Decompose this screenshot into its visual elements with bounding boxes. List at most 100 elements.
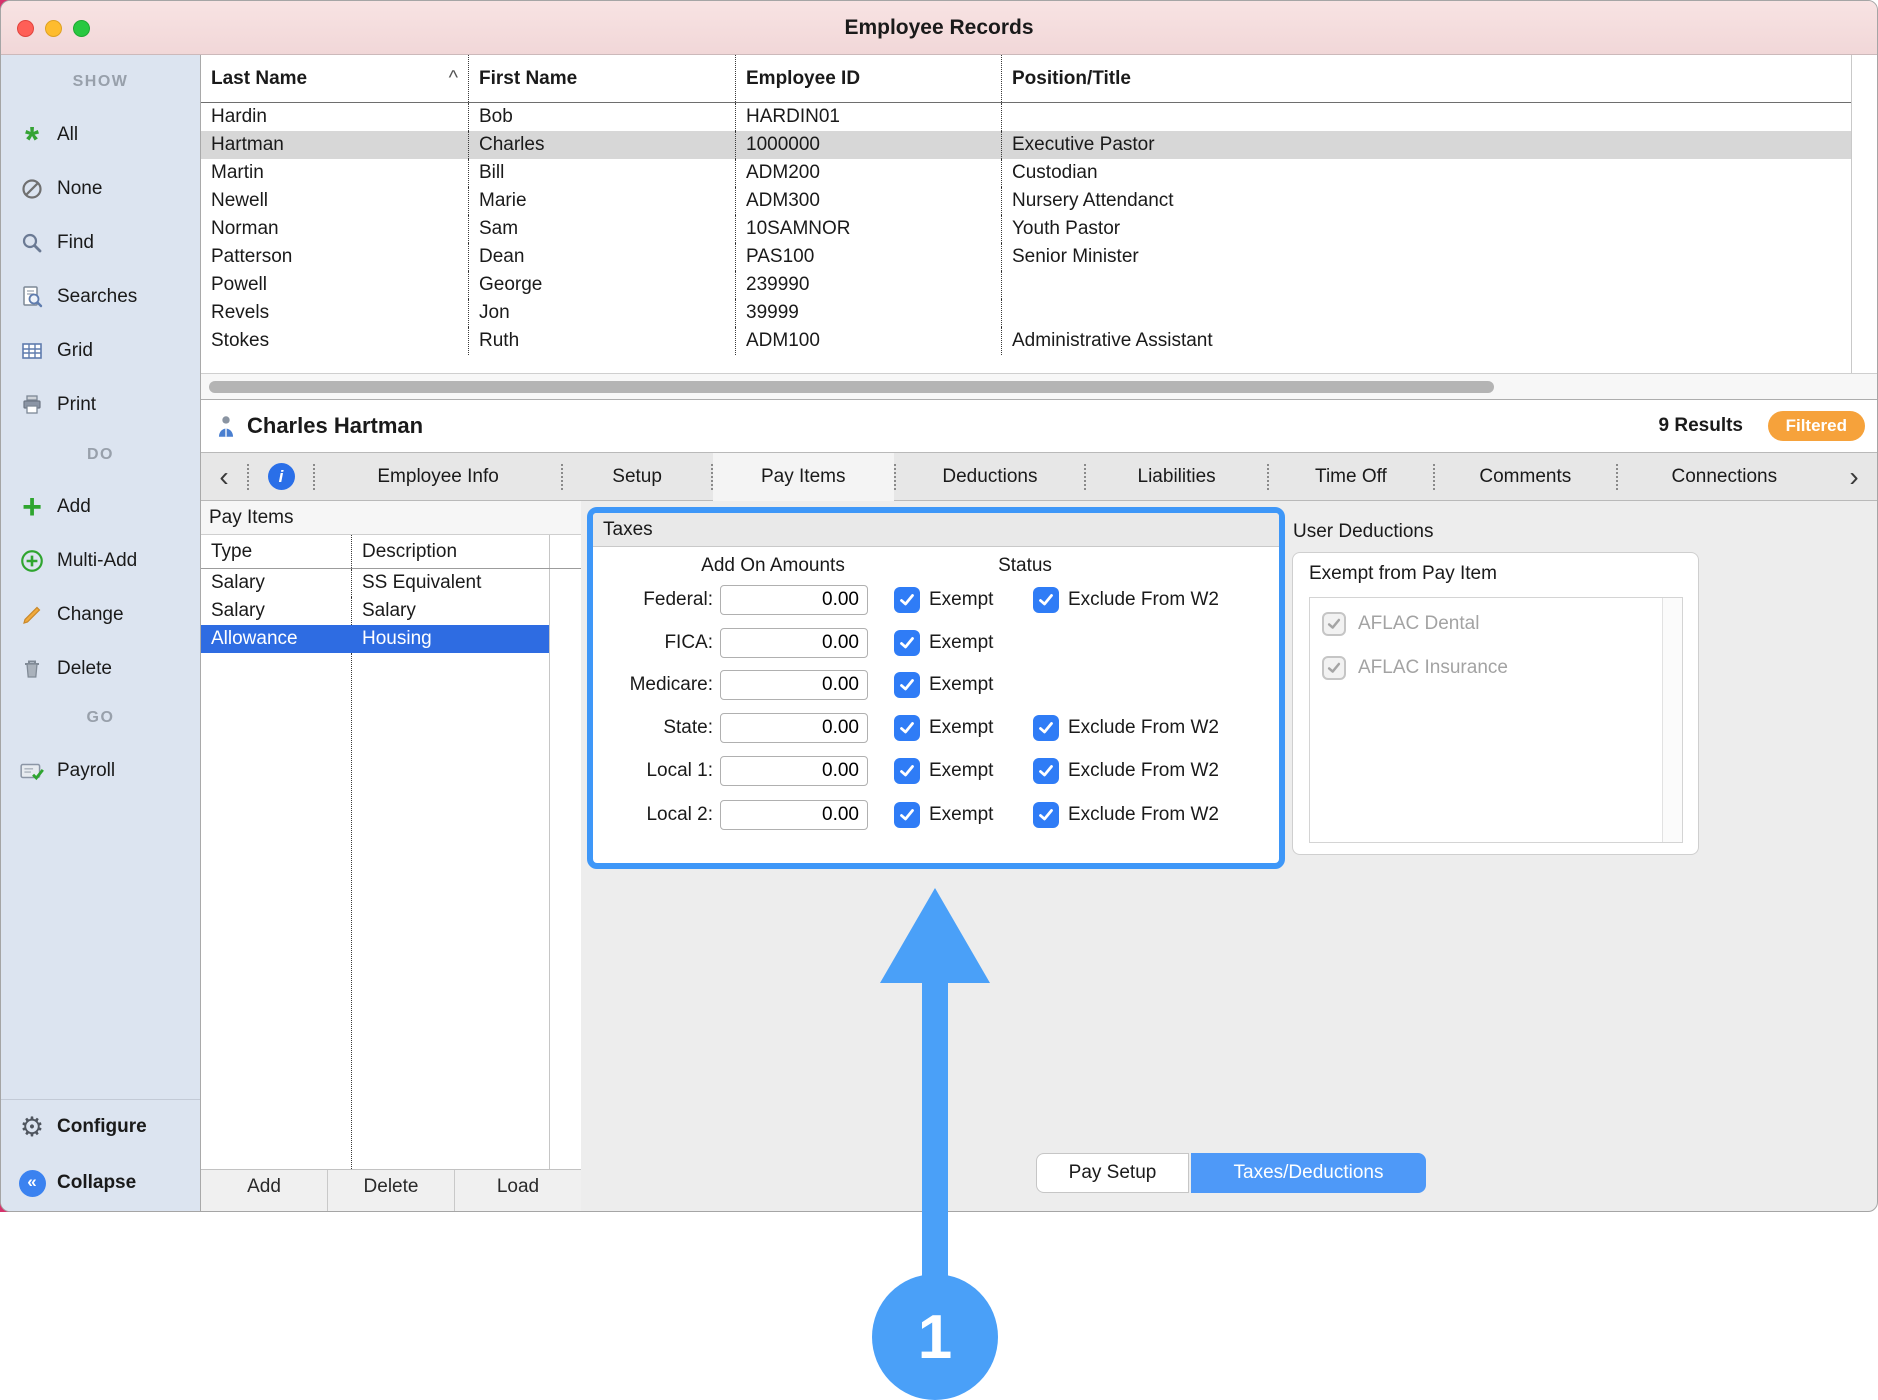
results-count: 9 Results [1659,400,1743,452]
sidebar-item-add[interactable]: + Add [1,487,200,527]
sidebar: SHOW * All None Find Searches [1,55,201,1211]
filtered-badge[interactable]: Filtered [1768,411,1865,441]
tab-forward-button[interactable]: › [1831,455,1877,499]
list-item[interactable]: SalarySalary [201,597,549,625]
sidebar-item-none[interactable]: None [1,169,200,209]
tax-row-state: State: Exempt Exclude From W2 [593,711,1279,745]
local2-exclude-w2-checkbox[interactable] [1033,802,1059,828]
pay-items-scrollbar[interactable] [549,569,581,1169]
employee-table: HardinBobHARDIN01 HartmanCharles1000000E… [201,103,1851,373]
sidebar-item-payroll[interactable]: Payroll [1,751,200,791]
payroll-check-icon [17,758,47,784]
record-header: Charles Hartman 9 Results Filtered [201,399,1877,453]
sidebar-item-print[interactable]: Print [1,385,200,425]
column-header-first-name[interactable]: First Name [468,55,735,102]
tab-deductions[interactable]: Deductions [896,453,1085,501]
medicare-exempt-checkbox[interactable] [894,672,920,698]
sidebar-item-find[interactable]: Find [1,223,200,263]
annotation-arrow-shaft [922,978,948,1278]
table-row[interactable]: NewellMarieADM300Nursery Attendanct [201,187,1851,215]
circle-plus-icon [17,548,47,574]
employee-table-header: Last Name ^ First Name Employee ID Posit… [201,55,1851,103]
sidebar-item-delete[interactable]: Delete [1,649,200,689]
table-row-selected[interactable]: HartmanCharles1000000Executive Pastor [201,131,1851,159]
local2-exempt-checkbox[interactable] [894,802,920,828]
local1-exclude-w2-checkbox[interactable] [1033,758,1059,784]
horizontal-scrollbar[interactable] [201,373,1877,399]
tab-info-button[interactable]: i [249,463,313,490]
list-item[interactable]: SalarySS Equivalent [201,569,549,597]
table-row[interactable]: MartinBillADM200Custodian [201,159,1851,187]
medicare-label: Medicare: [593,674,713,696]
list-item-selected[interactable]: AllowanceHousing [201,625,549,653]
state-exempt-checkbox[interactable] [894,715,920,741]
state-exclude-w2-checkbox[interactable] [1033,715,1059,741]
pay-items-panel-title: Pay Items [201,501,581,535]
tab-comments[interactable]: Comments [1435,453,1616,501]
local1-label: Local 1: [593,760,713,782]
local2-amount-input[interactable] [720,800,868,830]
info-icon: i [268,463,295,490]
tab-time-off[interactable]: Time Off [1269,453,1433,501]
fica-exempt-checkbox[interactable] [894,630,920,656]
title-bar: Employee Records [1,1,1877,55]
tax-row-medicare: Medicare: Exempt [593,668,1279,702]
column-header-description[interactable]: Description [351,535,549,568]
plus-icon: + [17,495,47,519]
pay-setup-button[interactable]: Pay Setup [1036,1153,1189,1193]
column-header-position-title[interactable]: Position/Title [1001,55,1851,102]
annotation-arrowhead-icon [880,888,990,983]
list-item: AFLAC Dental [1322,612,1479,636]
table-row[interactable]: PattersonDeanPAS100Senior Minister [201,243,1851,271]
table-row[interactable]: RevelsJon39999 [201,299,1851,327]
federal-amount-input[interactable] [720,585,868,615]
sidebar-item-grid[interactable]: Grid [1,331,200,371]
tab-employee-info[interactable]: Employee Info [315,453,561,501]
tab-back-button[interactable]: ‹ [201,455,247,499]
asterisk-icon: * [17,130,47,150]
list-item: AFLAC Insurance [1322,656,1508,680]
local1-amount-input[interactable] [720,756,868,786]
grid-icon [17,339,47,363]
federal-exempt-checkbox[interactable] [894,587,920,613]
column-header-type[interactable]: Type [201,535,351,568]
tab-liabilities[interactable]: Liabilities [1086,453,1267,501]
delete-button[interactable]: Delete [327,1170,454,1212]
tax-row-fica: FICA: Exempt [593,626,1279,660]
user-deductions-scrollbar[interactable] [1662,598,1682,842]
table-row[interactable]: HardinBobHARDIN01 [201,103,1851,131]
column-header-last-name[interactable]: Last Name ^ [201,55,468,102]
vertical-scrollbar[interactable] [1851,55,1877,373]
local1-exempt-checkbox[interactable] [894,758,920,784]
tab-setup[interactable]: Setup [563,453,711,501]
sidebar-item-multi-add[interactable]: Multi-Add [1,541,200,581]
taxes-group-title: Taxes [593,513,1279,547]
taxes-deductions-button[interactable]: Taxes/Deductions [1191,1153,1426,1193]
annotation-step-number: 1 [872,1274,998,1400]
sidebar-item-collapse[interactable]: « Collapse [1,1163,200,1203]
pencil-icon [17,603,47,627]
sidebar-section-show: SHOW [1,73,200,91]
status-header: Status [975,555,1075,577]
magnifier-icon [17,231,47,255]
load-button[interactable]: Load [454,1170,581,1212]
horizontal-scrollbar-thumb[interactable] [209,381,1494,393]
collapse-circle-icon: « [17,1170,47,1197]
sidebar-footer-divider [1,1099,200,1100]
table-row[interactable]: StokesRuthADM100Administrative Assistant [201,327,1851,355]
tab-connections[interactable]: Connections [1618,453,1831,501]
fica-amount-input[interactable] [720,628,868,658]
column-header-employee-id[interactable]: Employee ID [735,55,1001,102]
tab-pay-items[interactable]: Pay Items [713,453,894,501]
table-row[interactable]: PowellGeorge239990 [201,271,1851,299]
sidebar-item-searches[interactable]: Searches [1,277,200,317]
medicare-amount-input[interactable] [720,670,868,700]
federal-exclude-w2-checkbox[interactable] [1033,587,1059,613]
pay-items-column-headers: Type Description [201,535,581,569]
sidebar-item-change[interactable]: Change [1,595,200,635]
sidebar-item-all[interactable]: * All [1,115,200,155]
table-row[interactable]: NormanSam10SAMNORYouth Pastor [201,215,1851,243]
sidebar-item-configure[interactable]: ⚙ Configure [1,1107,200,1147]
state-amount-input[interactable] [720,713,868,743]
add-button[interactable]: Add [201,1170,327,1212]
